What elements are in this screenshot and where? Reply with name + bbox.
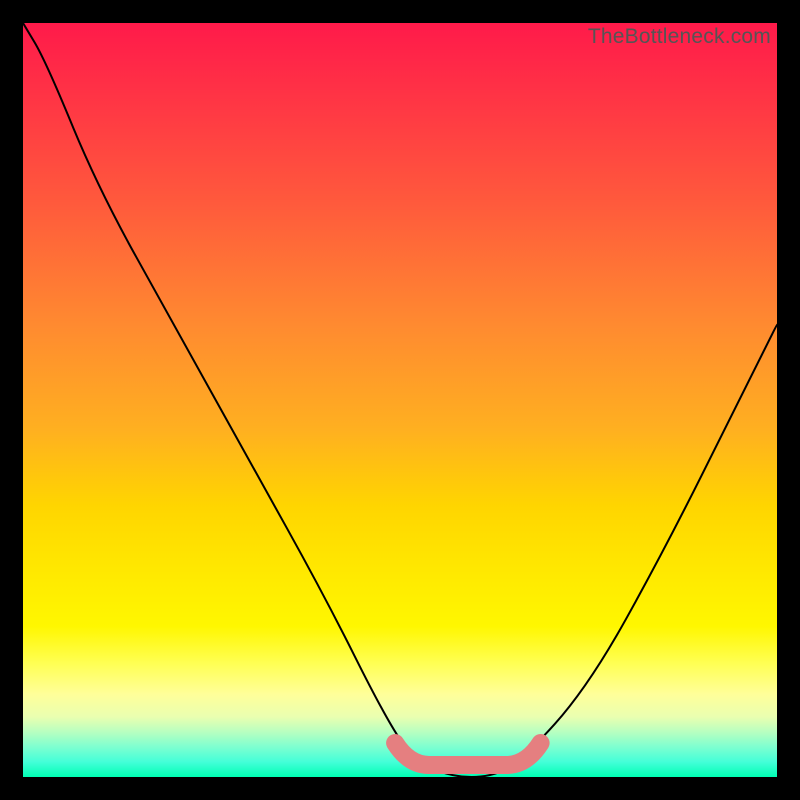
bottleneck-curve — [23, 23, 777, 777]
chart-plot-area: TheBottleneck.com — [23, 23, 777, 777]
chart-svg — [23, 23, 777, 777]
optimal-range-rider — [395, 743, 540, 765]
chart-frame: TheBottleneck.com — [0, 0, 800, 800]
